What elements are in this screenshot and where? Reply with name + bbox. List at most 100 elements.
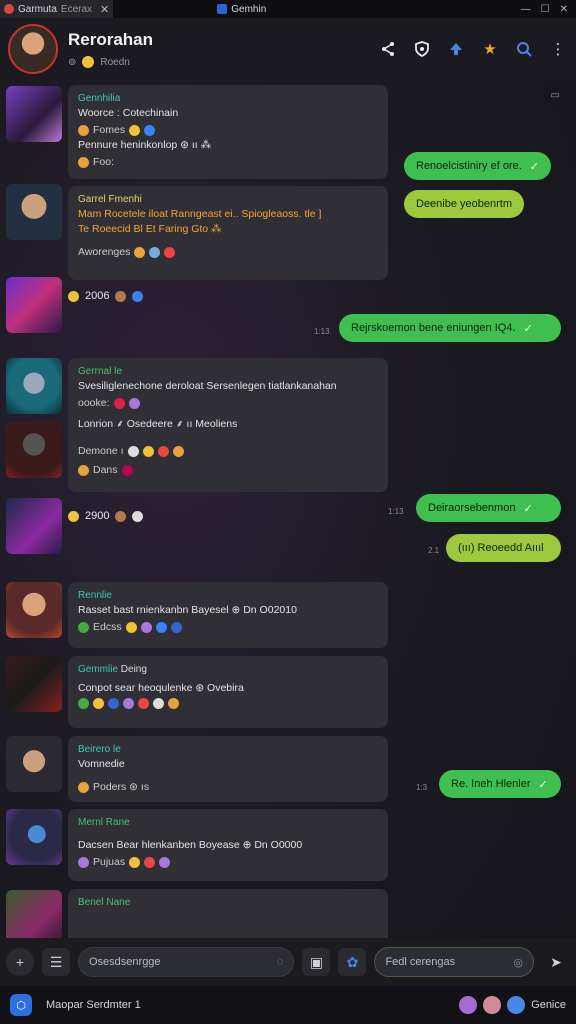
message-thumbnail[interactable] — [6, 736, 62, 792]
more-menu-icon[interactable]: ⋮ — [548, 39, 568, 59]
outgoing-message[interactable]: Re. Ineh Hlenler ✓ — [439, 770, 561, 798]
reaction-list: Dans — [78, 463, 378, 478]
outgoing-message[interactable]: Deiraorsebenmon ✓ — [416, 494, 561, 522]
message-thumbnail[interactable] — [6, 184, 62, 240]
message-thumbnail[interactable] — [6, 582, 62, 638]
avatar[interactable] — [507, 996, 526, 1014]
reaction-emoji-icon[interactable] — [123, 698, 134, 709]
reaction-emoji-icon[interactable] — [78, 465, 89, 476]
reaction-count: 2006 — [85, 290, 110, 302]
reaction-emoji-icon[interactable] — [93, 698, 104, 709]
emoji-picker-icon[interactable]: ◌ — [277, 956, 284, 968]
menu-button[interactable]: ☰ — [42, 948, 70, 976]
reaction-emoji-icon[interactable] — [155, 622, 167, 633]
reaction-emoji-icon[interactable] — [157, 446, 169, 457]
reaction-emoji-icon[interactable] — [78, 782, 89, 793]
chat-scroll-area[interactable]: ▭ Gennhilia Woorce : Cotechinain Fomes P… — [0, 80, 576, 938]
message-composer: + ☰ Osesdsenrgge ◌ ▣ ✿ Fedl cerengas ◎ ➤ — [0, 938, 576, 986]
chat-title-block: Rerorahan ⊚ Roedn — [68, 30, 153, 68]
secondary-input[interactable]: Fedl cerengas ◎ — [374, 947, 534, 977]
reaction-emoji-icon[interactable] — [78, 622, 89, 633]
message-thumbnail[interactable] — [6, 498, 62, 554]
secondary-input-placeholder: Fedl cerengas — [385, 956, 456, 968]
outgoing-message[interactable]: Renoelcistiniry ef ore. ✓ — [404, 152, 551, 180]
reaction-emoji-icon[interactable] — [78, 157, 89, 168]
outgoing-message[interactable]: Rejrskoemon bene eniungen IQ4. ✓ — [339, 314, 561, 342]
tab-label: Gemhin — [231, 3, 267, 15]
message-thumbnail[interactable] — [6, 890, 62, 938]
message-thumbnail[interactable] — [6, 422, 62, 478]
avatar[interactable] — [459, 996, 478, 1014]
reaction-emoji-icon[interactable] — [142, 446, 154, 457]
message-line: Vomnedie — [78, 758, 125, 770]
avatar[interactable] — [8, 24, 58, 74]
outgoing-message[interactable]: Deenibe yeobenrtm — [404, 190, 525, 218]
reaction-emoji-icon[interactable] — [128, 398, 140, 409]
message-thumbnail[interactable] — [6, 277, 62, 333]
reaction-summary[interactable]: 2006 — [68, 290, 144, 302]
reaction-emoji-icon[interactable] — [129, 857, 141, 868]
maximize-icon[interactable]: ☐ — [541, 4, 550, 15]
close-tab-icon[interactable]: ✕ — [100, 3, 109, 16]
arrow-up-icon[interactable] — [446, 39, 466, 59]
message-bubble[interactable]: Mernl Rane Dacsen Bear hlenkanben Boyeas… — [68, 809, 388, 881]
message-bubble[interactable]: Gennhilia Woorce : Cotechinain Fomes Pen… — [68, 85, 388, 179]
reaction-emoji-icon[interactable] — [78, 857, 89, 868]
reaction-emoji-icon — [115, 290, 127, 302]
mic-icon[interactable]: ◎ — [513, 956, 523, 969]
app-logo-icon[interactable]: ⬡ — [10, 994, 32, 1016]
reaction-emoji-icon[interactable] — [78, 698, 89, 709]
reaction-emoji-icon[interactable] — [140, 622, 152, 633]
message-bubble[interactable]: Gemmlie Deing Conpot sear heoqulenke ⊛ O… — [68, 656, 388, 728]
message-bubble[interactable]: Rennlie Rasset bast rnienkanbn Bayesel ⊕… — [68, 582, 388, 648]
reaction-summary[interactable]: 2900 — [68, 510, 144, 522]
message-thumbnail[interactable] — [6, 358, 62, 414]
reaction-emoji-icon[interactable] — [134, 247, 146, 258]
minimize-icon[interactable]: — — [521, 4, 531, 15]
reaction-emoji-icon[interactable] — [125, 622, 137, 633]
caption-icon[interactable]: ▭ — [551, 90, 560, 101]
reaction-emoji-icon[interactable] — [168, 698, 179, 709]
message-input[interactable]: Osesdsenrgge ◌ — [78, 947, 295, 977]
message-thumbnail[interactable] — [6, 809, 62, 865]
reaction-emoji-icon[interactable] — [144, 125, 156, 136]
reaction-label: Pujuas — [93, 856, 126, 868]
star-icon[interactable]: ★ — [480, 39, 500, 59]
message-thumbnail[interactable] — [6, 86, 62, 142]
outgoing-text: Deiraorsebenmon — [428, 502, 516, 514]
reaction-emoji-icon[interactable] — [170, 622, 182, 633]
reaction-emoji-icon[interactable] — [78, 125, 89, 136]
message-bubble[interactable]: Gerrnal le Svesiliglenechone deroloat Se… — [68, 358, 388, 492]
reaction-emoji-icon[interactable] — [129, 125, 141, 136]
reaction-emoji-icon[interactable] — [138, 698, 149, 709]
sender-name-text: Gemmlie — [78, 664, 119, 675]
shield-icon[interactable] — [412, 39, 432, 59]
send-button[interactable]: ➤ — [542, 948, 570, 976]
sticker-icon[interactable]: ✿ — [338, 948, 367, 976]
reaction-emoji-icon[interactable] — [164, 247, 176, 258]
outgoing-message[interactable]: (ııı) Reoeedd Aıııl — [446, 534, 561, 562]
reaction-emoji-icon[interactable] — [149, 247, 161, 258]
add-attachment-button[interactable]: + — [6, 948, 34, 976]
reaction-emoji-icon[interactable] — [121, 465, 133, 476]
message-thumbnail[interactable] — [6, 656, 62, 712]
avatar[interactable] — [483, 996, 502, 1014]
reaction-emoji-icon[interactable] — [113, 398, 125, 409]
message-bubble[interactable]: Garrel Fmenhi Mam Rocetele iloat Ranngea… — [68, 186, 388, 280]
reaction-emoji-icon[interactable] — [144, 857, 156, 868]
tab-gemhin[interactable]: Gemhin — [213, 0, 270, 18]
message-bubble[interactable]: Benel Nane — [68, 889, 388, 938]
close-window-icon[interactable]: ✕ — [560, 4, 568, 15]
tab-garmuta[interactable]: Garmuta Ecerax ✕ — [0, 0, 114, 18]
status-right-label[interactable]: Genice — [531, 999, 566, 1011]
message-bubble[interactable]: Beirero le Vomnedie Poders ⊛ ıs — [68, 736, 388, 802]
share-icon[interactable] — [378, 39, 398, 59]
reaction-emoji-icon[interactable] — [108, 698, 119, 709]
camera-icon[interactable]: ▣ — [302, 948, 331, 976]
reaction-emoji-icon[interactable] — [153, 698, 164, 709]
chat-header: Rerorahan ⊚ Roedn ★ ⋮ — [0, 18, 576, 80]
reaction-emoji-icon[interactable] — [159, 857, 171, 868]
search-icon[interactable] — [514, 39, 534, 59]
reaction-emoji-icon[interactable] — [127, 446, 139, 457]
reaction-emoji-icon[interactable] — [172, 446, 184, 457]
